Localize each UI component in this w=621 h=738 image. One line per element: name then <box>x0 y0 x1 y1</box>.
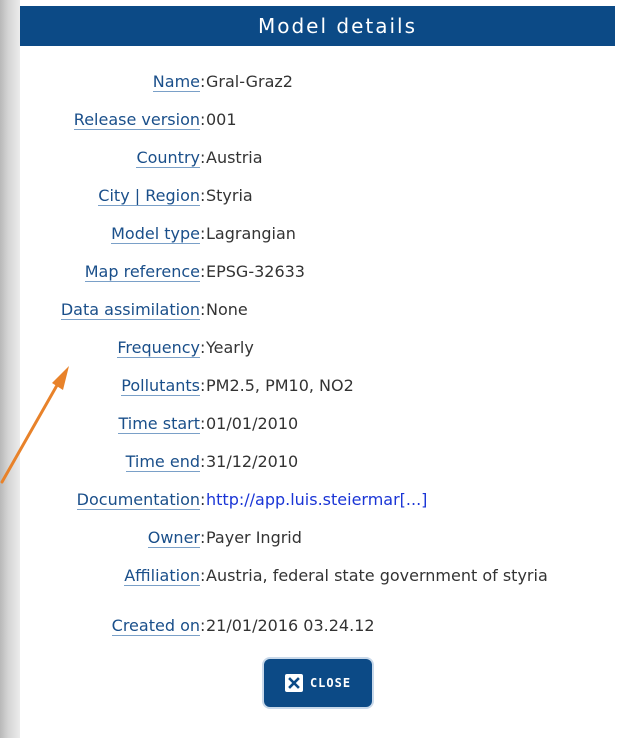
pollutants-label[interactable]: Pollutants <box>121 376 200 396</box>
separator: : <box>200 224 206 243</box>
model-type-value: Lagrangian <box>206 224 296 243</box>
time-end-value: 31/12/2010 <box>206 452 299 471</box>
separator: : <box>200 338 206 357</box>
pollutants-value: PM2.5, PM10, NO2 <box>206 376 354 395</box>
release-version-label[interactable]: Release version <box>73 110 200 130</box>
separator: : <box>200 72 206 91</box>
separator: : <box>200 300 206 319</box>
separator: : <box>200 566 206 585</box>
country-label[interactable]: Country <box>136 148 200 168</box>
data-assimilation-value: None <box>206 300 248 319</box>
city-region-label[interactable]: City | Region <box>98 186 200 206</box>
affiliation-label[interactable]: Affiliation <box>124 566 200 586</box>
time-end-label[interactable]: Time end <box>125 452 200 472</box>
name-label[interactable]: Name <box>152 72 200 92</box>
dialog-title: Model details <box>20 6 615 46</box>
documentation-label[interactable]: Documentation <box>76 490 200 510</box>
map-reference-label[interactable]: Map reference <box>84 262 200 282</box>
orange-arrow-icon <box>0 366 69 484</box>
affiliation-value: Austria, federal state government of sty… <box>206 566 548 585</box>
separator: : <box>200 616 206 635</box>
city-region-value: Styria <box>206 186 253 205</box>
created-on-label[interactable]: Created on <box>111 616 200 636</box>
separator: : <box>200 148 206 167</box>
model-details-dialog: Model details Name : Gral-Graz2 Release … <box>20 0 621 738</box>
documentation-link[interactable]: http://app.luis.steiermar[...] <box>206 490 602 509</box>
separator: : <box>200 110 206 129</box>
time-start-value: 01/01/2010 <box>206 414 299 433</box>
frequency-value: Yearly <box>206 338 254 357</box>
separator: : <box>200 262 206 281</box>
separator: : <box>200 452 206 471</box>
country-value: Austria <box>206 148 263 167</box>
owner-value: Payer Ingrid <box>206 528 302 547</box>
page: Model details Name : Gral-Graz2 Release … <box>0 0 621 738</box>
frequency-label[interactable]: Frequency <box>117 338 200 358</box>
close-x-icon <box>284 674 303 692</box>
separator: : <box>200 414 206 433</box>
close-button[interactable]: CLOSE <box>264 659 372 707</box>
separator: : <box>200 186 206 205</box>
time-start-label[interactable]: Time start <box>118 414 200 434</box>
separator: : <box>200 528 206 547</box>
close-button-label: CLOSE <box>309 676 352 690</box>
separator: : <box>200 376 206 395</box>
release-version-value: 001 <box>206 110 237 129</box>
map-reference-value: EPSG-32633 <box>206 262 305 281</box>
owner-label[interactable]: Owner <box>147 528 200 548</box>
data-assimilation-label[interactable]: Data assimilation <box>60 300 200 320</box>
created-on-value: 21/01/2016 03.24.12 <box>206 616 375 635</box>
model-type-label[interactable]: Model type <box>111 224 200 244</box>
separator: : <box>200 490 206 509</box>
name-value: Gral-Graz2 <box>206 72 293 91</box>
